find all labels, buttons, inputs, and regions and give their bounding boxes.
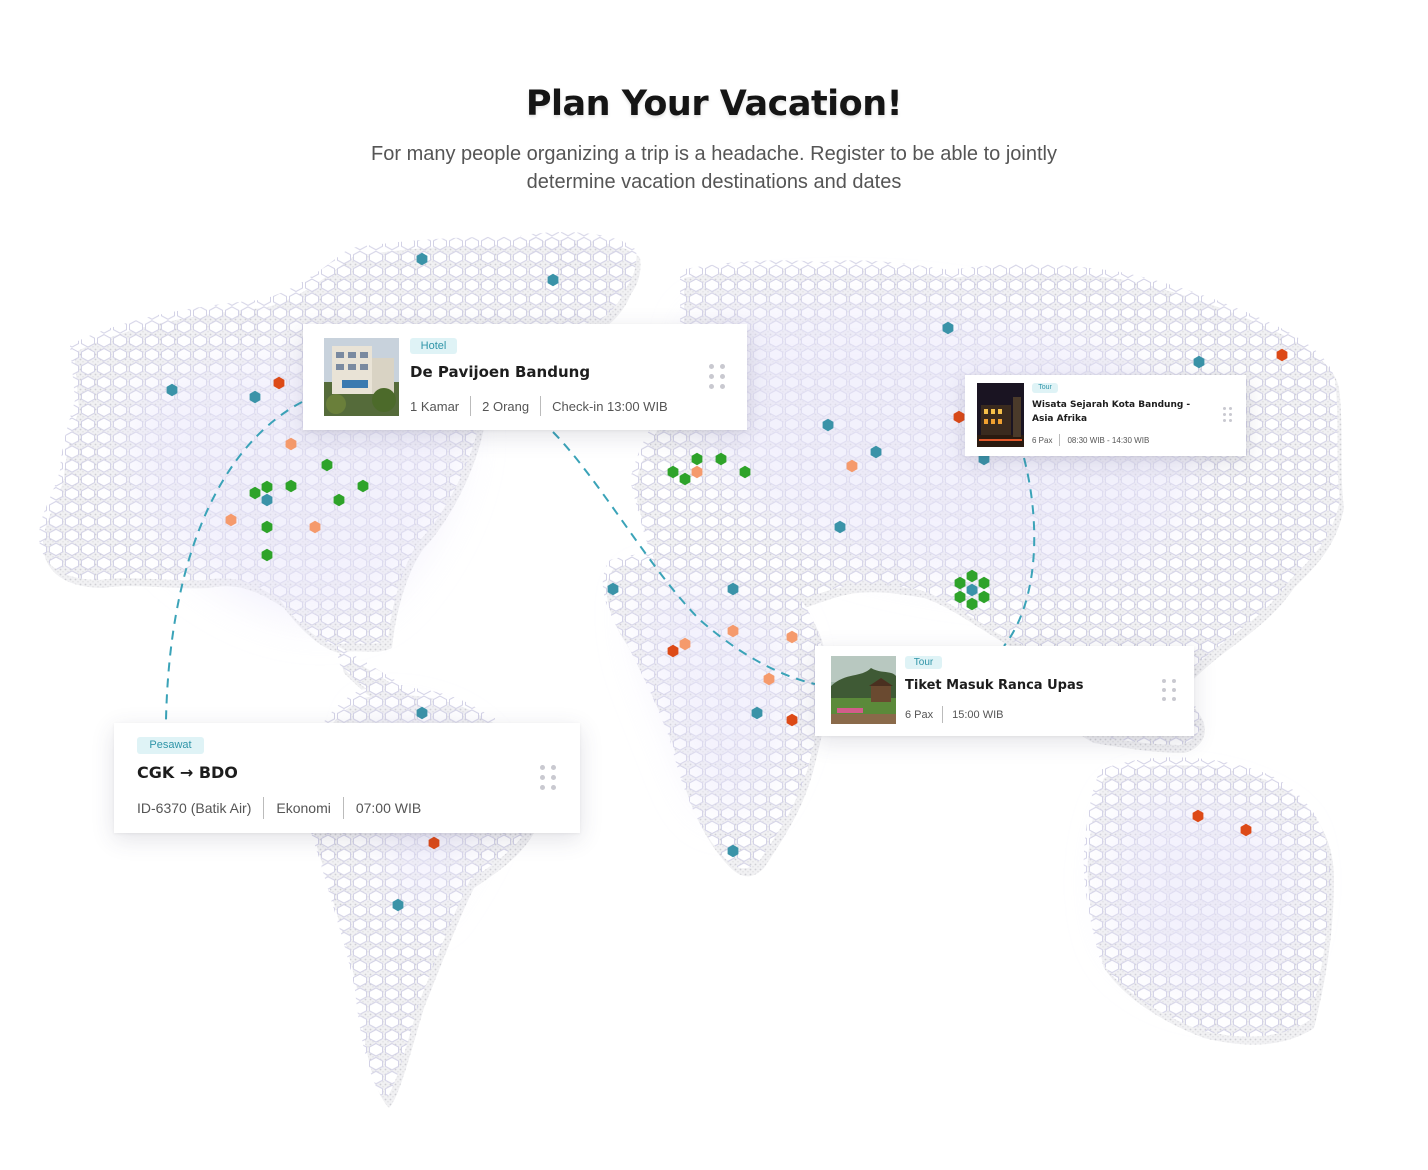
- drag-handle-icon[interactable]: [1162, 679, 1177, 703]
- hotel-booking-card[interactable]: Hotel De Pavijoen Bandung 1 Kamar 2 Oran…: [303, 324, 747, 430]
- city-night-photo: [977, 383, 1024, 447]
- tour-asia-title: Wisata Sejarah Kota Bandung - Asia Afrik…: [1032, 400, 1191, 424]
- tour-ranca-tag: Tour: [905, 656, 942, 669]
- park-photo: [831, 656, 896, 724]
- tour-asia-afrika-card[interactable]: Tour Wisata Sejarah Kota Bandung - Asia …: [965, 375, 1246, 456]
- drag-handle-icon[interactable]: [540, 765, 558, 793]
- hotel-meta: 1 Kamar 2 Orang Check-in 13:00 WIB: [410, 396, 668, 416]
- hotel-meta-checkin: Check-in 13:00 WIB: [552, 398, 668, 414]
- tour-ranca-title: Tiket Masuk Ranca Upas: [905, 678, 1084, 693]
- hotel-photo: [324, 338, 399, 416]
- flight-route: CGK → BDO: [137, 763, 238, 782]
- section-title: Plan Your Vacation!: [525, 84, 903, 124]
- drag-handle-icon[interactable]: [709, 364, 727, 392]
- tour-asia-tag: Tour: [1032, 383, 1058, 393]
- drag-handle-icon[interactable]: [1223, 407, 1233, 423]
- flight-meta-class: Ekonomi: [276, 800, 331, 816]
- flight-meta-time: 07:00 WIB: [355, 800, 422, 816]
- tour-ranca-upas-card[interactable]: Tour Tiket Masuk Ranca Upas 6 Pax 15:00 …: [815, 646, 1194, 736]
- section-subtitle: For many people organizing a trip is a h…: [371, 143, 1057, 193]
- tour-asia-meta-time: 08:30 WIB - 14:30 WIB: [1067, 435, 1150, 445]
- hotel-title: De Pavijoen Bandung: [410, 363, 591, 381]
- tour-ranca-meta-time: 15:00 WIB: [952, 708, 1004, 721]
- flight-meta: ID-6370 (Batik Air) Ekonomi 07:00 WIB: [137, 797, 421, 819]
- flight-booking-card[interactable]: Pesawat CGK → BDO ID-6370 (Batik Air) Ek…: [114, 723, 580, 833]
- hotel-meta-guests: 2 Orang: [482, 398, 530, 414]
- tour-ranca-meta: 6 Pax 15:00 WIB: [905, 706, 1004, 723]
- tour-asia-meta: 6 Pax 08:30 WIB - 14:30 WIB: [1032, 434, 1149, 446]
- hotel-meta-rooms: 1 Kamar: [410, 398, 460, 414]
- hotel-tag: Hotel: [410, 338, 457, 354]
- tour-ranca-meta-pax: 6 Pax: [905, 708, 934, 721]
- flight-meta-number: ID-6370 (Batik Air): [137, 800, 252, 816]
- flight-tag: Pesawat: [137, 737, 204, 754]
- tour-asia-meta-pax: 6 Pax: [1032, 435, 1053, 445]
